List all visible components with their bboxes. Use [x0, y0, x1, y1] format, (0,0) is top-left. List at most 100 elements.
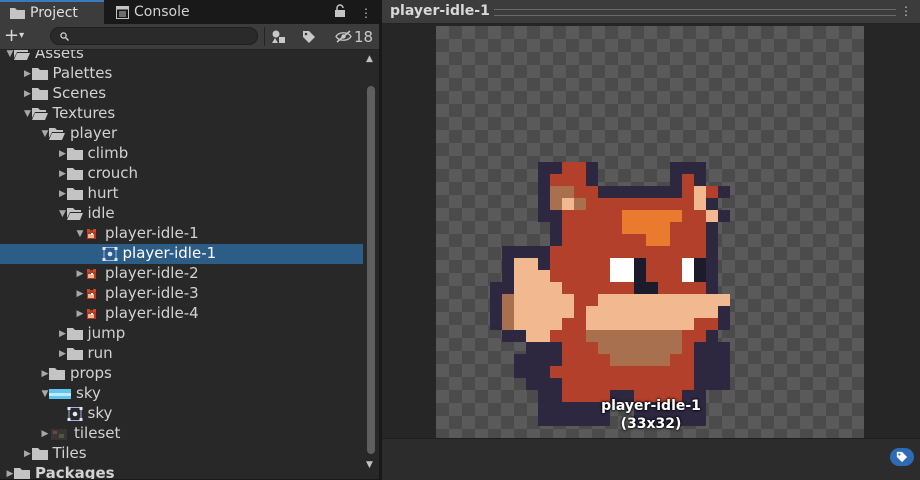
fox-texture-icon — [84, 227, 100, 241]
tree-item[interactable]: ▼ Textures — [0, 104, 363, 124]
sprite-icon — [102, 247, 118, 261]
tree-item[interactable]: ▶ tileset — [0, 424, 363, 444]
sky-texture-icon — [49, 387, 71, 401]
tree-item[interactable]: ▶ hurt — [0, 184, 363, 204]
filter-by-type-button[interactable] — [268, 27, 290, 46]
tree-item[interactable]: ▼ player — [0, 124, 363, 144]
tree-item-label: run — [87, 344, 113, 362]
preview-title: player-idle-1 — [390, 3, 490, 19]
tileset-texture-icon — [49, 427, 67, 441]
tab-project-label: Project — [30, 5, 78, 21]
create-button[interactable]: +▾ — [4, 26, 24, 46]
tree-item-label: player-idle-1 — [122, 244, 217, 262]
tree-item-label: climb — [87, 144, 129, 162]
tree-item-label: Tiles — [52, 444, 87, 462]
folder-icon — [66, 327, 83, 341]
tab-project[interactable]: Project — [0, 0, 104, 24]
hidden-packages-toggle[interactable]: 18 — [333, 27, 375, 46]
tree-item[interactable]: ▶ player-idle-2 — [0, 264, 363, 284]
asset-labels-button[interactable] — [890, 448, 914, 466]
preview-panel: player-idle-1 ⋮ player-idle-1 (33x32) — [382, 0, 920, 480]
project-panel: Project Console ⋮ +▾ 18 ▼ Assets ▶ Palettes… — [0, 0, 379, 479]
tree-item[interactable]: ▶ Palettes — [0, 64, 363, 84]
toolbar-separator — [264, 27, 265, 46]
tree-item[interactable]: ▼ player-idle-1 — [0, 224, 363, 244]
tree-item[interactable]: ▶ Packages — [0, 464, 363, 479]
drag-grip[interactable] — [494, 9, 896, 16]
folder-icon — [66, 187, 83, 201]
preview-area: player-idle-1 (33x32) — [382, 24, 920, 438]
tab-console[interactable]: Console — [116, 0, 190, 24]
tree-item[interactable]: ▶ player-idle-4 — [0, 304, 363, 324]
tree-item[interactable]: ▶ props — [0, 364, 363, 384]
tree-item[interactable]: ▶ player-idle-3 — [0, 284, 363, 304]
tree-item[interactable]: ▶ Scenes — [0, 84, 363, 104]
scrollbar-thumb[interactable] — [367, 86, 375, 454]
tree-item-label: idle — [87, 204, 115, 222]
console-icon — [116, 5, 129, 19]
folder-icon — [66, 347, 83, 361]
search-input[interactable] — [50, 27, 258, 45]
tree-item-label: player-idle-1 — [105, 224, 199, 242]
plus-icon: + — [4, 25, 20, 46]
tree-item[interactable]: ▶ jump — [0, 324, 363, 344]
scroll-up-arrow-icon[interactable]: ▲ — [366, 54, 373, 64]
hidden-count: 18 — [353, 27, 374, 46]
tab-console-label: Console — [134, 4, 190, 20]
tree-item-label: player-idle-4 — [105, 304, 199, 322]
tree-item[interactable]: ▼ sky — [0, 384, 363, 404]
folder-icon — [49, 367, 65, 381]
folder-icon — [14, 467, 30, 479]
fox-texture-icon — [84, 267, 100, 281]
folder-open-icon — [14, 50, 30, 61]
preview-header: player-idle-1 ⋮ — [382, 0, 920, 24]
kebab-menu-icon[interactable]: ⋮ — [360, 6, 372, 20]
folder-icon — [10, 8, 25, 19]
folder-icon — [31, 87, 48, 101]
folder-icon — [31, 67, 48, 81]
tree-item[interactable]: ▶ run — [0, 344, 363, 364]
tree-item[interactable]: sky — [0, 404, 363, 424]
lock-icon[interactable] — [334, 4, 346, 18]
tree-item-label: hurt — [87, 184, 119, 202]
folder-icon — [66, 167, 83, 181]
tree-item-label: player — [70, 124, 118, 142]
tree-item-label: Assets — [35, 50, 84, 62]
fox-texture-icon — [84, 307, 100, 321]
tree-item-label: player-idle-2 — [105, 264, 199, 282]
preview-caption-size: (33x32) — [620, 416, 682, 432]
fox-texture-icon — [84, 287, 100, 301]
filter-by-label-button[interactable] — [298, 27, 320, 46]
preview-footer — [382, 438, 920, 480]
tree-scrollbar[interactable]: ▲ ▼ — [363, 50, 379, 479]
preview-caption-name: player-idle-1 — [601, 398, 701, 414]
kebab-menu-icon[interactable]: ⋮ — [900, 4, 912, 18]
tree-item-label: sky — [76, 384, 101, 402]
tree-item-label: sky — [87, 404, 113, 422]
tree-item-label: Palettes — [52, 64, 113, 82]
tag-icon — [303, 30, 315, 43]
sprite-preview-image — [490, 162, 730, 426]
dropdown-arrow-icon: ▾ — [19, 30, 25, 41]
tree-item-label: player-idle-3 — [105, 284, 199, 302]
folder-open-icon — [66, 207, 83, 221]
folder-open-icon — [31, 107, 48, 121]
tree-item[interactable]: player-idle-1 — [0, 244, 363, 264]
tree-item-label: jump — [87, 324, 126, 342]
tree-item[interactable]: ▶ Tiles — [0, 444, 363, 464]
tree-item[interactable]: ▼ Assets — [0, 50, 363, 64]
search-icon — [60, 32, 69, 41]
tree-item-label: props — [70, 364, 112, 382]
project-tabbar: Project Console ⋮ — [0, 0, 379, 24]
tree-item-label: Scenes — [52, 84, 107, 102]
tree-item-label: Textures — [52, 104, 116, 122]
folder-open-icon — [49, 127, 65, 141]
project-tree: ▼ Assets ▶ Palettes ▶ Scenes ▼ Textures ▼ player ▶… — [0, 50, 363, 479]
folder-icon — [31, 447, 48, 461]
tree-item[interactable]: ▼ idle — [0, 204, 363, 224]
tree-item[interactable]: ▶ crouch — [0, 164, 363, 184]
tree-item[interactable]: ▶ climb — [0, 144, 363, 164]
tree-item-label: tileset — [74, 424, 121, 442]
tag-icon — [896, 451, 908, 463]
scroll-down-arrow-icon[interactable]: ▼ — [366, 460, 373, 470]
